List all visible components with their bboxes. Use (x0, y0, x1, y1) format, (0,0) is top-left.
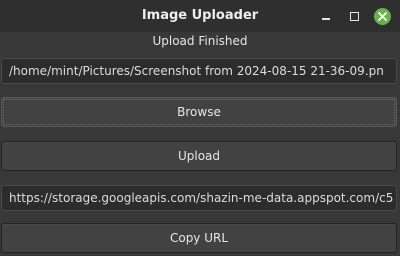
close-button[interactable] (372, 6, 392, 26)
status-label: Upload Finished (152, 34, 248, 48)
browse-button[interactable]: Browse (1, 97, 397, 127)
minimize-icon (322, 18, 330, 20)
maximize-icon (349, 11, 359, 21)
maximize-button[interactable] (344, 6, 364, 26)
title-bar[interactable]: Image Uploader (0, 0, 400, 32)
upload-button[interactable]: Upload (1, 141, 397, 171)
window-title: Image Uploader (141, 8, 259, 23)
url-field[interactable]: https://storage.googleapis.com/shazin-me… (1, 185, 397, 211)
app-window: Image Uploader Upload Finished /home/min… (0, 0, 400, 256)
minimize-button[interactable] (316, 6, 336, 26)
close-icon (373, 7, 391, 25)
copy-url-button[interactable]: Copy URL (1, 223, 397, 253)
file-path-field[interactable]: /home/mint/Pictures/Screenshot from 2024… (1, 58, 397, 84)
